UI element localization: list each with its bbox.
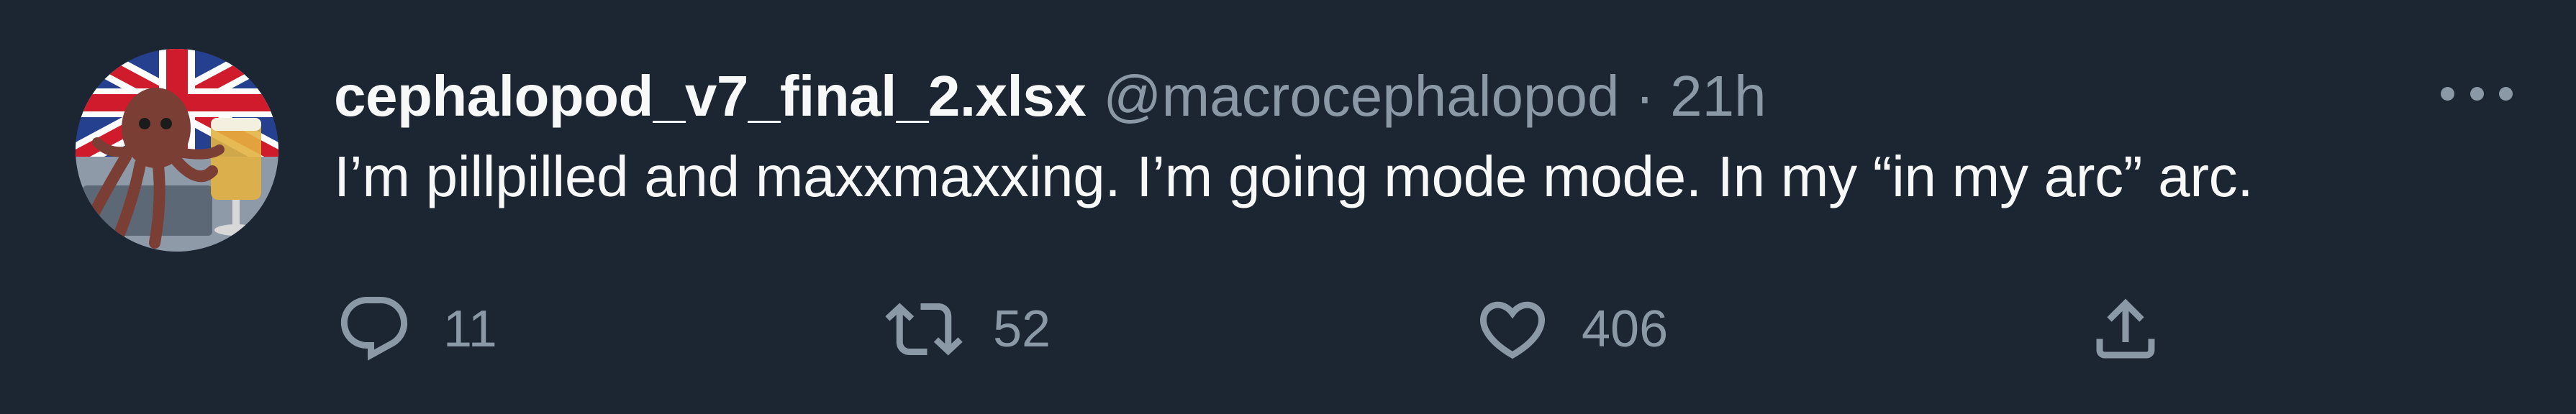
more-dot bbox=[2470, 86, 2484, 101]
tweet-text: I’m pillpilled and maxxmaxxing. I’m goin… bbox=[334, 144, 2254, 208]
like-button[interactable]: 406 bbox=[1474, 286, 1668, 372]
retweet-count: 52 bbox=[993, 300, 1051, 358]
retweet-icon bbox=[885, 303, 963, 356]
timestamp[interactable]: 21h bbox=[1670, 63, 1766, 129]
reply-icon bbox=[340, 297, 408, 361]
heart-icon bbox=[1479, 301, 1546, 359]
user-handle[interactable]: @macrocephalopod bbox=[1103, 63, 1619, 129]
tweet-header: cephalopod_v7_final_2.xlsx @macrocephalo… bbox=[334, 53, 1767, 139]
avatar-image bbox=[76, 49, 278, 252]
retweet-button[interactable]: 52 bbox=[885, 286, 1051, 372]
separator-dot: · bbox=[1635, 64, 1655, 128]
reply-button[interactable]: 11 bbox=[335, 286, 497, 372]
more-dot bbox=[2499, 86, 2513, 101]
more-horizontal-icon[interactable] bbox=[2441, 72, 2513, 115]
share-button[interactable] bbox=[2087, 286, 2164, 372]
tweet-card[interactable]: cephalopod_v7_final_2.xlsx @macrocephalo… bbox=[0, 0, 2576, 414]
display-name[interactable]: cephalopod_v7_final_2.xlsx bbox=[334, 63, 1087, 129]
share-icon bbox=[2096, 298, 2155, 359]
reply-count: 11 bbox=[443, 300, 497, 358]
more-dot bbox=[2441, 86, 2454, 101]
avatar[interactable] bbox=[76, 49, 278, 252]
like-count: 406 bbox=[1582, 300, 1669, 358]
